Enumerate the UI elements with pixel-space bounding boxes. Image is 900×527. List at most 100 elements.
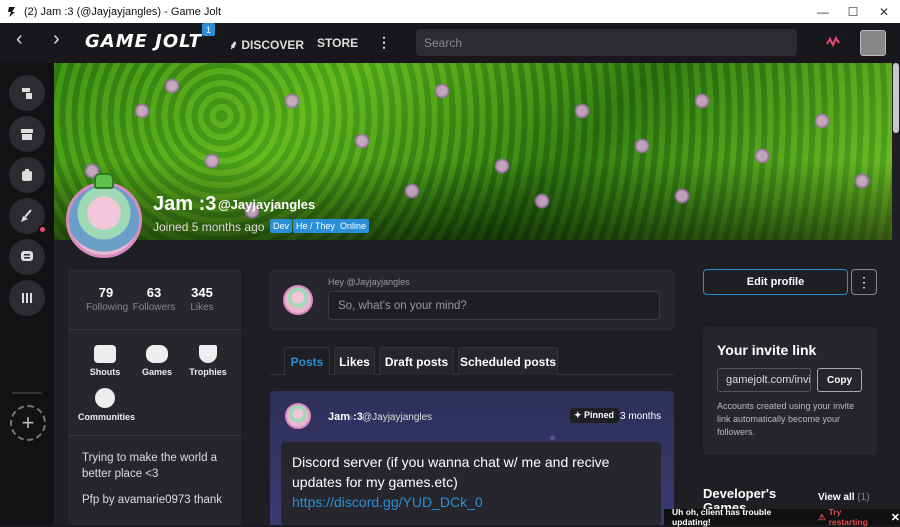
composer-input[interactable]: So, what's on your mind?: [328, 291, 660, 320]
post-composer: Hey @Jayjayjangles So, what's on your mi…: [270, 269, 674, 331]
add-community-button[interactable]: +: [10, 405, 46, 441]
gamejolt-app-icon: [8, 6, 15, 17]
bag-icon: [22, 169, 32, 181]
home-icon: [22, 88, 32, 99]
post-link[interactable]: https://discord.gg/YUD_DCk_0: [292, 492, 650, 512]
gamepad-icon: [146, 345, 168, 363]
shortcut-shouts-label: Shouts: [89, 367, 121, 377]
post-author-avatar[interactable]: [285, 403, 311, 429]
shortcut-trophies[interactable]: Trophies: [186, 345, 230, 377]
card-divider: [68, 435, 241, 436]
unread-dot: [38, 225, 47, 234]
view-all-count: (1): [857, 492, 870, 503]
composer-avatar: [283, 285, 313, 315]
post-author-name[interactable]: Jam :3: [328, 411, 363, 423]
bars-icon: [22, 293, 32, 303]
stat-followers-label: Followers: [132, 302, 176, 313]
tag-online: Online: [337, 219, 370, 233]
stat-followers[interactable]: 63 Followers: [132, 285, 176, 313]
stat-likes[interactable]: 345 Likes: [184, 285, 220, 313]
post-text: Discord server (if you wanna chat w/ me …: [292, 454, 610, 490]
profile-stats-card: 79 Following 63 Followers 345 Likes Shou…: [68, 269, 241, 525]
back-button[interactable]: ‹: [16, 28, 23, 51]
stat-following-label: Following: [86, 302, 129, 313]
window-title: (2) Jam :3 (@Jayjayjangles) - Game Jolt: [24, 5, 222, 18]
activity-icon[interactable]: [826, 36, 840, 48]
stat-following-value: 79: [98, 285, 114, 300]
chat-icon: [21, 251, 33, 261]
toast-close-button[interactable]: ✕: [891, 511, 900, 524]
invite-title: Your invite link: [717, 342, 817, 358]
search-input[interactable]: Search: [416, 29, 797, 56]
profile-avatar[interactable]: [66, 182, 142, 258]
sidebar-library[interactable]: [9, 157, 45, 193]
stat-following[interactable]: 79 Following: [86, 285, 129, 313]
feed-tabs: Posts Likes Draft posts Scheduled posts: [270, 347, 674, 375]
invite-link-field[interactable]: gamejolt.com/invite: [717, 368, 811, 392]
pinned-post[interactable]: Jam :3 @Jayjayjangles ✦ Pinned 3 months D…: [270, 391, 674, 525]
sidebar-store[interactable]: [9, 116, 45, 152]
minimize-button[interactable]: —: [808, 0, 838, 23]
left-sidebar: +: [0, 63, 54, 525]
avatar-frame-frog-icon: [94, 173, 114, 189]
shortcut-trophies-label: Trophies: [189, 367, 227, 377]
discover-label: DISCOVER: [241, 38, 305, 52]
tab-draft-posts[interactable]: Draft posts: [379, 347, 454, 375]
tag-pronouns: He / They: [293, 219, 338, 233]
view-all-label: View all: [818, 492, 855, 503]
profile-more-button[interactable]: ⋮: [851, 269, 877, 295]
warning-icon: ⚠: [817, 511, 826, 522]
profile-name: Jam :3: [153, 193, 217, 215]
user-avatar-button[interactable]: [860, 30, 886, 56]
tab-likes[interactable]: Likes: [334, 347, 375, 375]
invite-description: Accounts created using your invite link …: [717, 401, 855, 437]
sidebar-home[interactable]: [9, 75, 45, 111]
shortcut-games-label: Games: [141, 367, 173, 377]
close-window-button[interactable]: ✕: [869, 0, 899, 23]
storefront-icon: [21, 129, 33, 140]
gamejolt-logo[interactable]: GAME JOLT: [85, 31, 202, 52]
tab-scheduled-posts[interactable]: Scheduled posts: [458, 347, 558, 375]
try-restarting-link[interactable]: Try restarting: [829, 507, 883, 527]
view-all-games-link[interactable]: View all (1): [818, 492, 870, 503]
pin-icon: ✦: [574, 410, 582, 420]
stat-likes-label: Likes: [190, 302, 214, 313]
discover-link[interactable]: ⸙ DISCOVER: [229, 36, 304, 53]
profile-page: Jam :3 @Jayjayjangles Joined 5 months ag…: [54, 63, 900, 525]
page-scrollbar[interactable]: [892, 63, 900, 525]
store-link[interactable]: STORE: [317, 36, 358, 50]
maximize-button[interactable]: ☐: [838, 0, 868, 23]
profile-handle: @Jayjayjangles: [218, 197, 316, 212]
broom-icon: [21, 209, 32, 222]
tag-dev: Dev: [270, 219, 293, 233]
shortcut-communities[interactable]: Communities: [78, 388, 136, 422]
tab-posts[interactable]: Posts: [284, 347, 330, 375]
pinned-badge: ✦ Pinned: [570, 408, 620, 423]
speech-bubble-icon: [94, 345, 116, 363]
invite-card: Your invite link gamejolt.com/invite Cop…: [703, 327, 877, 455]
shortcut-shouts[interactable]: Shouts: [88, 345, 122, 377]
notification-count-badge: 1: [202, 23, 215, 36]
stat-followers-value: 63: [146, 285, 162, 300]
copy-invite-button[interactable]: Copy: [817, 368, 862, 392]
post-time[interactable]: 3 months: [620, 411, 661, 422]
card-divider: [68, 329, 241, 330]
pinned-label: Pinned: [584, 410, 615, 420]
forward-button[interactable]: ›: [53, 28, 60, 51]
bio-text: Trying to make the world a better place …: [82, 452, 218, 480]
more-menu-button[interactable]: ⋮: [377, 34, 391, 51]
discover-icon: ⸙: [229, 38, 242, 52]
stat-likes-value: 345: [191, 285, 213, 300]
shortcut-games[interactable]: Games: [140, 345, 174, 377]
scrollbar-thumb[interactable]: [893, 63, 899, 133]
edit-profile-button[interactable]: Edit profile: [703, 269, 848, 295]
update-error-toast: Uh oh, client has trouble updating! ⚠ Tr…: [664, 507, 900, 527]
sidebar-list[interactable]: [9, 280, 45, 316]
window-titlebar: (2) Jam :3 (@Jayjayjangles) - Game Jolt …: [0, 0, 900, 23]
composer-greeting: Hey @Jayjayjangles: [328, 277, 410, 287]
post-body[interactable]: Discord server (if you wanna chat w/ me …: [281, 442, 661, 525]
shortcut-communities-label: Communities: [78, 412, 136, 422]
sidebar-divider: [12, 392, 42, 394]
plus-icon: +: [21, 410, 35, 435]
sidebar-chat[interactable]: [9, 239, 45, 275]
